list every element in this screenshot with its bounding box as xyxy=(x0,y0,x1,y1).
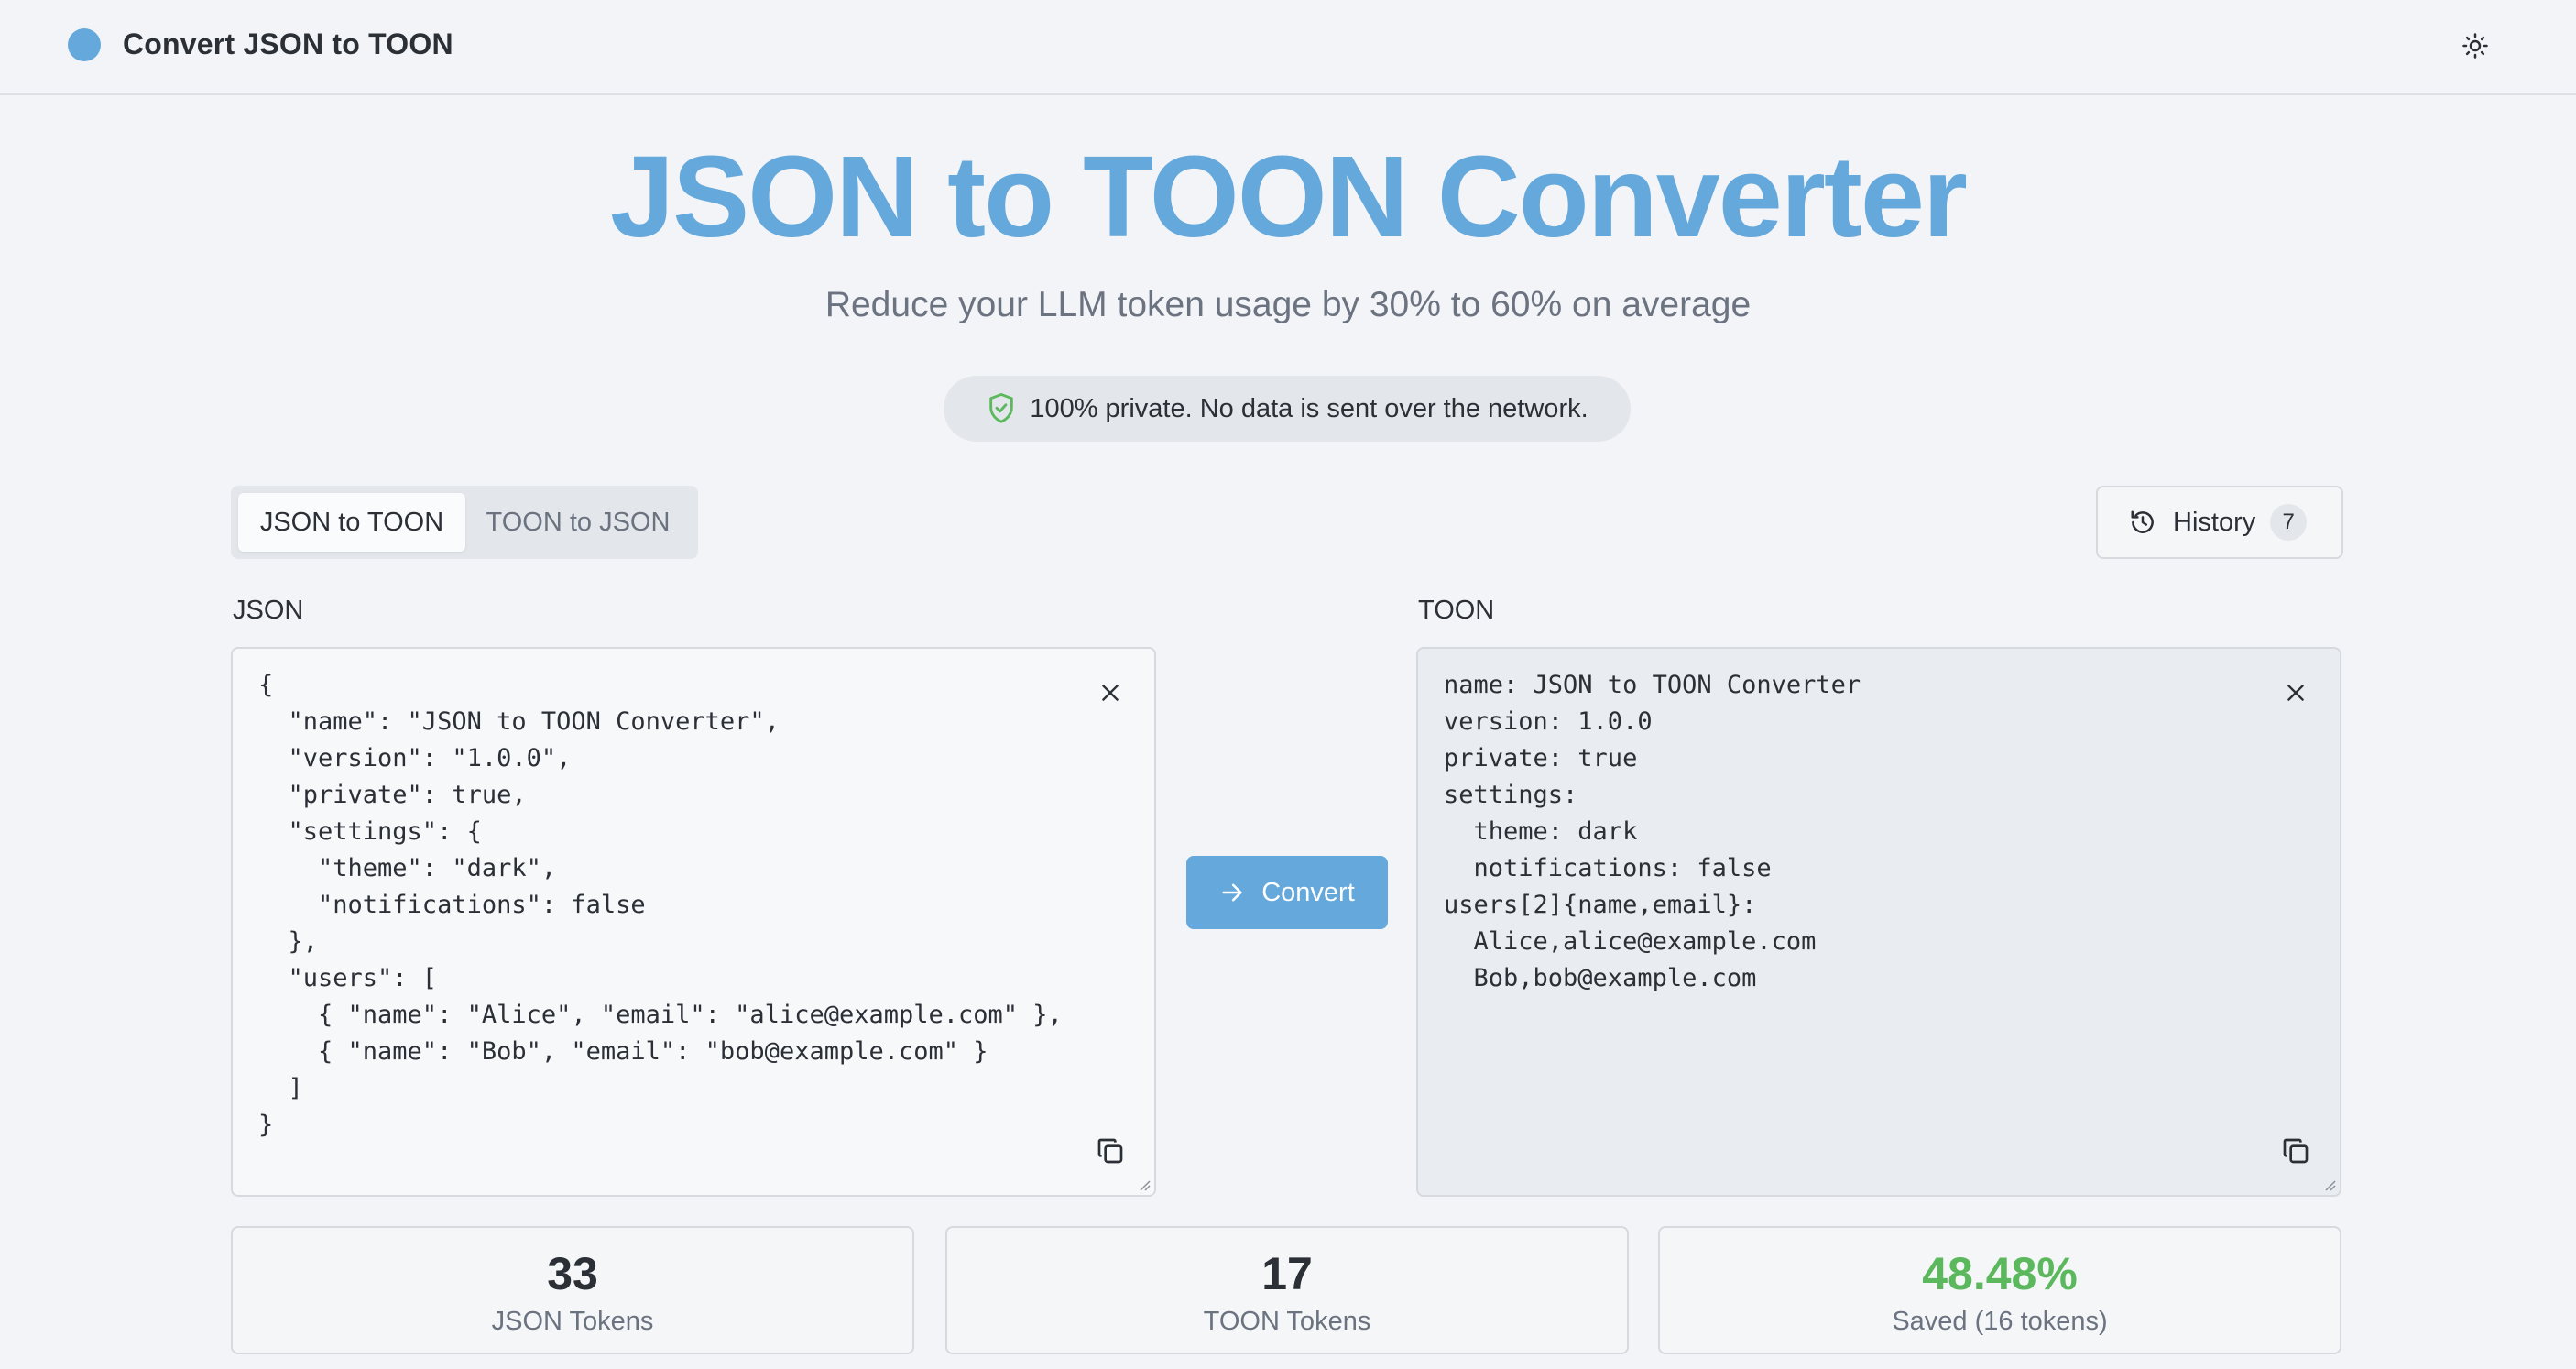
output-panel-label: TOON xyxy=(1418,596,1495,625)
close-icon xyxy=(1102,684,1119,701)
theme-toggle-button[interactable] xyxy=(2453,24,2497,68)
close-icon xyxy=(2287,684,2304,701)
clear-output-button[interactable] xyxy=(2276,673,2316,713)
toon-tokens-card: 17 TOON Tokens xyxy=(945,1226,1629,1354)
arrow-right-icon xyxy=(1219,880,1245,905)
copy-input-button[interactable] xyxy=(1090,1131,1130,1171)
page-subtitle: Reduce your LLM token usage by 30% to 60… xyxy=(824,285,1752,324)
saved-tokens-label: Saved (16 tokens) xyxy=(1892,1307,2108,1336)
json-input-editor[interactable]: { "name": "JSON to TOON Converter", "ver… xyxy=(231,647,1156,1197)
tab-toon-to-json[interactable]: TOON to JSON xyxy=(465,493,691,552)
copy-icon xyxy=(1097,1138,1123,1164)
toon-tokens-label: TOON Tokens xyxy=(1203,1307,1371,1336)
json-tokens-card: 33 JSON Tokens xyxy=(231,1226,914,1354)
shield-check-icon xyxy=(986,391,1017,426)
convert-label: Convert xyxy=(1261,877,1355,907)
clear-input-button[interactable] xyxy=(1090,673,1130,713)
privacy-text: 100% private. No data is sent over the n… xyxy=(1030,393,1588,423)
saved-tokens-card: 48.48% Saved (16 tokens) xyxy=(1658,1226,2341,1354)
history-button[interactable]: History 7 xyxy=(2096,486,2343,559)
toon-tokens-value: 17 xyxy=(1261,1248,1313,1299)
tab-json-to-toon[interactable]: JSON to TOON xyxy=(238,493,465,552)
privacy-badge: 100% private. No data is sent over the n… xyxy=(944,376,1631,442)
copy-output-button[interactable] xyxy=(2276,1131,2316,1171)
history-count-badge: 7 xyxy=(2270,504,2308,541)
brand-logo xyxy=(68,27,101,61)
resize-handle[interactable] xyxy=(2321,1177,2336,1191)
brand-name: Convert JSON to TOON xyxy=(123,27,453,60)
toon-output-text[interactable]: name: JSON to TOON Converter version: 1.… xyxy=(1444,667,1861,997)
convert-button[interactable]: Convert xyxy=(1186,856,1388,929)
saved-percent-value: 48.48% xyxy=(1922,1248,2078,1299)
brand[interactable]: Convert JSON to TOON xyxy=(68,27,453,61)
toon-output-editor[interactable]: name: JSON to TOON Converter version: 1.… xyxy=(1416,647,2341,1197)
sun-icon xyxy=(2462,33,2488,59)
resize-handle[interactable] xyxy=(1136,1177,1151,1191)
copy-icon xyxy=(2283,1138,2309,1164)
app-header: Convert JSON to TOON xyxy=(0,0,2576,95)
mode-tabs: JSON to TOON TOON to JSON xyxy=(231,486,698,559)
page-title: JSON to TOON Converter xyxy=(610,132,1968,261)
json-tokens-value: 33 xyxy=(547,1248,598,1299)
json-tokens-label: JSON Tokens xyxy=(491,1307,654,1336)
input-panel-label: JSON xyxy=(233,596,304,625)
history-label: History xyxy=(2173,507,2256,537)
history-icon xyxy=(2129,509,2156,536)
json-input-text[interactable]: { "name": "JSON to TOON Converter", "ver… xyxy=(258,667,1063,1144)
